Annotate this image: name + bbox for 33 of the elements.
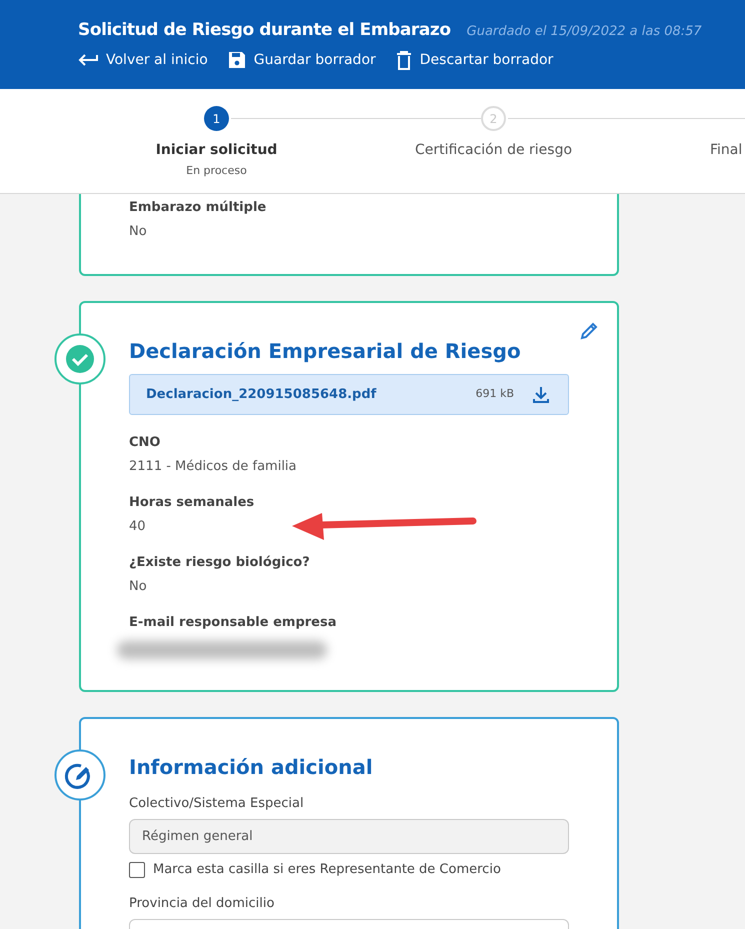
saved-timestamp: Guardado el 15/09/2022 a las 08:57: [466, 23, 702, 41]
field-value: No: [129, 578, 147, 596]
step-label[interactable]: Final: [710, 140, 742, 161]
field-label: Horas semanales: [129, 494, 256, 512]
file-name: Declaracion_220915085648.pdf: [146, 386, 378, 404]
field-label: Colectivo/Sistema Especial: [129, 794, 305, 812]
header-action-button[interactable]: Guardar borrador: [228, 50, 376, 70]
download-icon[interactable]: [532, 386, 550, 404]
field-label: ¿Existe riesgo biológico?: [129, 554, 311, 572]
file-attachment[interactable]: Declaracion_220915085648.pdf 691 kB: [129, 374, 569, 415]
field-label: E-mail responsable empresa: [129, 614, 338, 632]
header-action-button[interactable]: Volver al inicio: [78, 50, 208, 70]
page-title: Solicitud de Riesgo durante el Embarazo: [78, 19, 451, 42]
section-title: Información adicional: [129, 754, 374, 780]
edit-pencil-icon[interactable]: [579, 321, 599, 341]
step-number[interactable]: 1: [204, 106, 229, 131]
checkbox-label: Marca esta casilla si eres Representante de Comercio: [153, 861, 501, 879]
field-label: Embarazo múltiple: [129, 199, 268, 217]
checkbox[interactable]: [129, 862, 145, 878]
field-value: 40: [129, 518, 146, 536]
arrow-left-icon: [78, 53, 98, 67]
section-title: Declaración Empresarial de Riesgo: [129, 339, 522, 364]
step-label[interactable]: Certificación de riesgo: [414, 140, 572, 161]
field-label: Provincia del domicilio: [129, 894, 276, 912]
file-size: 691 kB: [476, 386, 514, 402]
select-field: Régimen general: [129, 819, 569, 854]
field-value: No: [129, 222, 147, 240]
trash-icon: [396, 50, 412, 70]
header-action-button[interactable]: Descartar borrador: [396, 50, 554, 70]
step-status: En proceso: [186, 163, 247, 179]
step-label[interactable]: Iniciar solicitud: [156, 140, 278, 161]
field-label: CNO: [129, 434, 162, 452]
field-value: 2111 - Médicos de familia: [129, 458, 297, 476]
